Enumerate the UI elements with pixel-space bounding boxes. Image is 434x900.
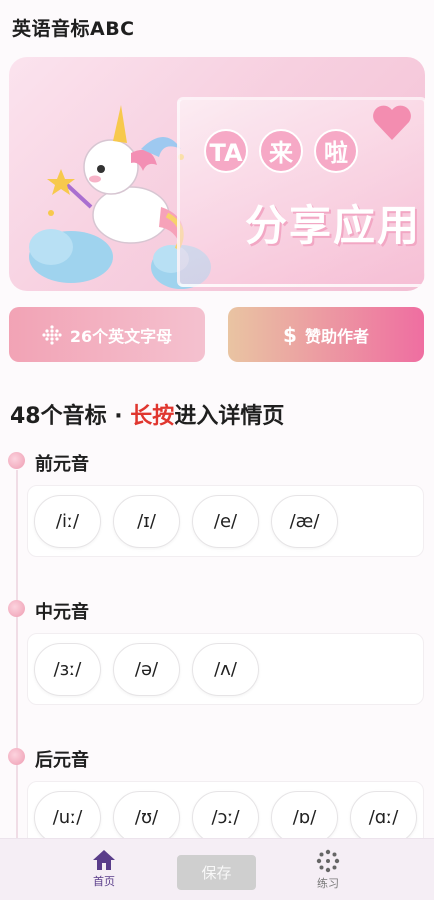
timeline-line — [16, 470, 18, 840]
phonetic-chip[interactable]: /æ/ — [271, 495, 338, 548]
group-title-front-vowels: 前元音 — [35, 454, 89, 475]
heading-suffix: 进入详情页 — [174, 404, 285, 429]
dollar-icon: $ — [283, 322, 297, 347]
phonetic-chip[interactable]: /iː/ — [34, 495, 101, 548]
phonetic-chip[interactable]: /ʌ/ — [192, 643, 259, 696]
tab-home-label: 首页 — [93, 875, 115, 888]
section-heading: 48个音标 · 长按进入详情页 — [10, 398, 284, 430]
phonetic-chip[interactable]: /uː/ — [34, 791, 101, 844]
phonetic-chip[interactable]: /ɒ/ — [271, 791, 338, 844]
phonetic-chip[interactable]: /ʊ/ — [113, 791, 180, 844]
phonetic-chip[interactable]: /ə/ — [113, 643, 180, 696]
phonetic-chip[interactable]: /e/ — [192, 495, 259, 548]
banner-bubble-ta: TA — [204, 129, 248, 173]
phonetic-chip[interactable]: /ɜː/ — [34, 643, 101, 696]
letters-button[interactable]: 26个英文字母 — [9, 307, 205, 362]
letters-button-label: 26个英文字母 — [69, 326, 173, 346]
grid-dots-icon — [42, 324, 62, 345]
tab-practice[interactable]: 练习 — [298, 849, 358, 891]
phonetic-chip[interactable]: /ɑː/ — [350, 791, 417, 844]
sparkle-icon — [316, 849, 340, 873]
tab-home[interactable]: 首页 — [74, 849, 134, 889]
heart-icon — [373, 105, 411, 140]
tab-practice-label: 练习 — [317, 877, 339, 890]
app-title: 英语音标ABC — [12, 18, 135, 40]
save-button[interactable]: 保存 — [177, 855, 256, 890]
share-app-banner[interactable]: TA 来 啦 分享应用 — [9, 57, 425, 291]
group-dot — [8, 600, 25, 617]
group-dot — [8, 748, 25, 765]
banner-headline: 分享应用 — [245, 201, 422, 250]
bottom-tab-bar: 首页 保存 练习 — [0, 838, 434, 900]
heading-prefix: 48个音标 · — [10, 404, 131, 429]
phonetic-chip[interactable]: /ɔː/ — [192, 791, 259, 844]
home-icon — [93, 850, 115, 870]
group-title-central-vowels: 中元音 — [35, 602, 89, 623]
phonetic-card-front-vowels: /iː/ /ɪ/ /e/ /æ/ — [27, 485, 424, 557]
banner-bubble-lai: 来 — [259, 129, 303, 173]
sponsor-button[interactable]: $ 赞助作者 — [228, 307, 424, 362]
heading-accent: 长按 — [130, 404, 175, 429]
phonetic-card-central-vowels: /ɜː/ /ə/ /ʌ/ — [27, 633, 424, 705]
group-title-back-vowels: 后元音 — [35, 750, 89, 771]
group-dot — [8, 452, 25, 469]
phonetic-chip[interactable]: /ɪ/ — [113, 495, 180, 548]
banner-bubble-la: 啦 — [314, 129, 358, 173]
sponsor-button-label: 赞助作者 — [304, 326, 369, 346]
